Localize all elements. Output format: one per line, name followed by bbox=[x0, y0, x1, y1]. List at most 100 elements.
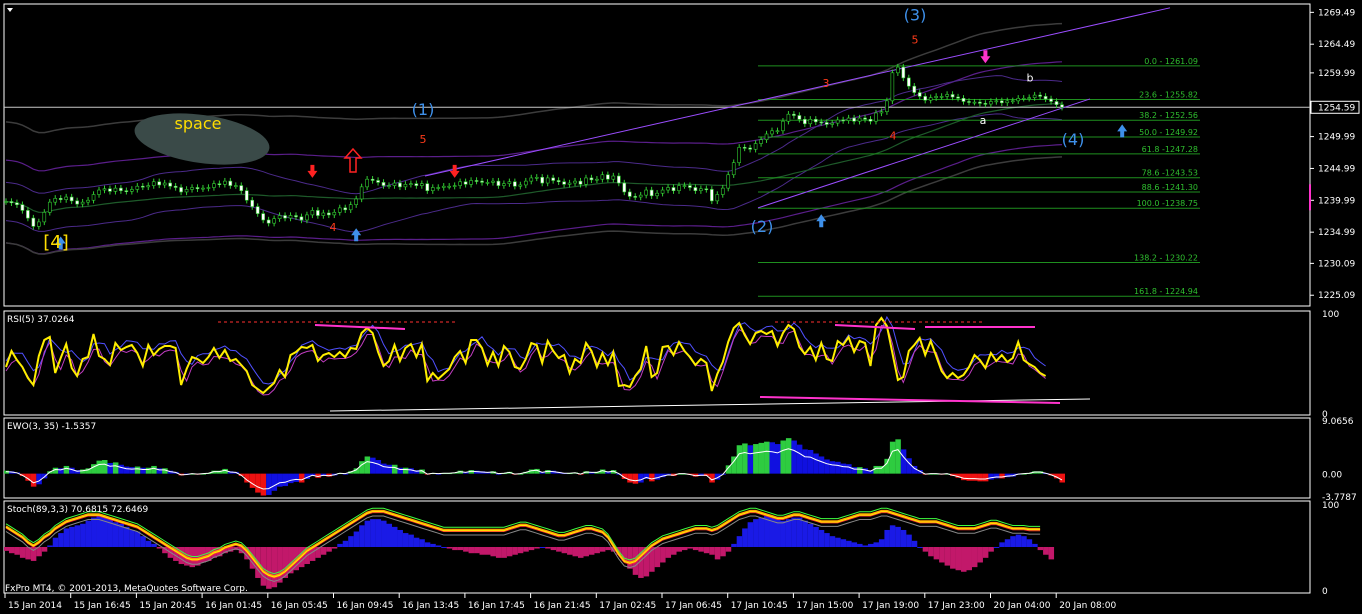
price-candle-body bbox=[939, 96, 944, 98]
envelope-lower-line bbox=[5, 144, 1063, 255]
price-candle-body bbox=[923, 96, 928, 101]
stoch-bar bbox=[862, 545, 869, 547]
price-candle-body bbox=[567, 182, 572, 185]
ewo-bar bbox=[829, 461, 836, 474]
ewo-bar bbox=[266, 473, 272, 495]
stoch-bar bbox=[474, 547, 480, 554]
price-candle-body bbox=[206, 187, 211, 189]
price-candle-body bbox=[392, 182, 397, 186]
triangle-down-icon[interactable] bbox=[7, 8, 13, 12]
price-candle-body bbox=[370, 178, 375, 181]
channel-upper-line bbox=[424, 7, 1171, 177]
price-candle-body bbox=[327, 212, 331, 216]
ewo-bar bbox=[807, 449, 814, 474]
ewo-bar bbox=[408, 468, 414, 474]
price-tick-label: 1234.99 bbox=[1318, 228, 1355, 238]
price-candle-body bbox=[244, 190, 249, 201]
stoch-bar bbox=[375, 519, 382, 547]
stoch-bar bbox=[123, 526, 130, 547]
stoch-bar bbox=[326, 547, 332, 552]
price-candle-body bbox=[37, 221, 41, 227]
price-candle-body bbox=[688, 185, 692, 188]
price-candle-body bbox=[726, 174, 731, 189]
price-candle-body bbox=[1021, 97, 1026, 100]
price-candle-body bbox=[162, 182, 167, 186]
price-candle-body bbox=[124, 190, 129, 192]
price-candle-body bbox=[868, 119, 873, 122]
price-candle-body bbox=[781, 120, 785, 132]
stoch-bar bbox=[900, 529, 907, 547]
stoch-bar bbox=[14, 547, 20, 555]
stoch-bar bbox=[112, 522, 119, 547]
price-candle-body bbox=[359, 186, 364, 200]
price-candle-body bbox=[502, 183, 506, 186]
price-candle-body bbox=[863, 117, 867, 120]
time-label: 15 Jan 20:45 bbox=[139, 601, 196, 611]
price-candle-body bbox=[430, 187, 435, 191]
stoch-bar bbox=[878, 539, 885, 547]
stoch-bar bbox=[80, 523, 86, 547]
stoch-axis: 100 0 bbox=[1322, 501, 1339, 597]
stoch-label: Stoch(89,3,3) 70.6815 72.6469 bbox=[7, 505, 148, 515]
stoch-bar bbox=[796, 517, 803, 547]
ewo-bar bbox=[118, 464, 124, 474]
price-candle-body bbox=[737, 147, 741, 163]
stoch-bar bbox=[348, 536, 354, 547]
ewo-bar bbox=[402, 467, 409, 474]
stoch-bar bbox=[681, 547, 688, 551]
ewo-bar bbox=[632, 473, 639, 484]
stoch-bar bbox=[359, 525, 365, 547]
ewo-bar bbox=[30, 473, 37, 487]
ewo-bar bbox=[753, 444, 759, 474]
stoch-bar bbox=[813, 526, 819, 547]
ewo-tick-label: 9.0656 bbox=[1322, 417, 1354, 427]
stoch-bar bbox=[944, 547, 951, 566]
wave-label: 5 bbox=[420, 133, 427, 146]
stoch-bar bbox=[1037, 547, 1044, 551]
ewo-bar bbox=[840, 463, 847, 474]
wave-label: (3) bbox=[904, 6, 927, 25]
price-candle-body bbox=[901, 66, 906, 79]
stoch-bar bbox=[999, 542, 1005, 547]
stoch-bar bbox=[835, 537, 841, 547]
mt4-chart-window[interactable]: 0.0 - 1261.09 23.6 - 1255.82 38.2 - 1252.5… bbox=[0, 0, 1362, 614]
stoch-bar bbox=[1043, 547, 1049, 555]
price-candle-body bbox=[649, 189, 654, 197]
price-candle-body bbox=[562, 181, 566, 185]
time-label: 16 Jan 05:45 bbox=[271, 601, 328, 611]
ewo-bar bbox=[818, 456, 825, 474]
price-candle-body bbox=[354, 198, 358, 205]
price-candle-body bbox=[792, 113, 796, 116]
price-candle-body bbox=[764, 133, 769, 141]
fib-label: 50.0 - 1249.92 bbox=[1139, 128, 1198, 137]
stoch-bar bbox=[665, 547, 672, 558]
stoch-bar bbox=[720, 547, 726, 557]
price-candle-body bbox=[58, 198, 63, 200]
wave-label: a bbox=[980, 114, 987, 127]
stoch-bar bbox=[381, 520, 387, 547]
stoch-bar bbox=[452, 547, 458, 551]
price-candle-body bbox=[710, 189, 714, 202]
price-candle-body bbox=[195, 187, 200, 190]
price-candle-body bbox=[896, 66, 900, 74]
price-candle-body bbox=[830, 122, 834, 125]
ewo-axis: 9.06560.00-3.7787 bbox=[1322, 417, 1357, 503]
price-candle-body bbox=[277, 215, 282, 220]
ewo-bar bbox=[1059, 473, 1065, 483]
stoch-bar bbox=[342, 540, 349, 547]
stoch-bar bbox=[402, 533, 409, 547]
price-candle-body bbox=[693, 187, 698, 191]
hollow-up-arrow-icon[interactable] bbox=[343, 147, 363, 173]
price-candle-body bbox=[212, 183, 216, 188]
price-candle-body bbox=[770, 130, 774, 135]
ewo-bar bbox=[151, 465, 157, 474]
ewo-bar bbox=[649, 473, 655, 482]
stoch-bar bbox=[895, 526, 901, 547]
price-candle-body bbox=[47, 201, 52, 213]
ewo-bar bbox=[982, 473, 989, 482]
stoch-bar bbox=[939, 547, 945, 563]
stoch-bar bbox=[19, 547, 26, 558]
ewo-bar bbox=[900, 449, 907, 474]
price-candle-body bbox=[819, 121, 824, 124]
fib-label: 23.6 - 1255.82 bbox=[1139, 90, 1198, 99]
